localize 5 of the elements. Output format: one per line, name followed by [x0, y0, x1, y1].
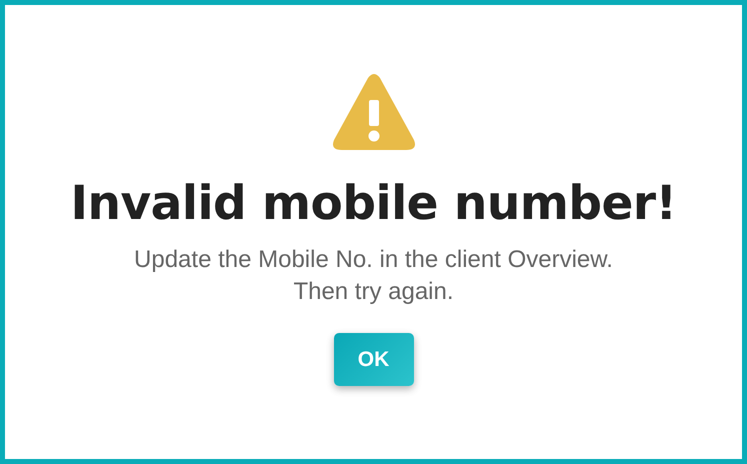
message-text: Then try again. [293, 277, 454, 307]
dialog-title: Invalid mobile number! [70, 175, 676, 233]
message-text: Update the Mobile No. in the client Overview. [134, 245, 613, 275]
warning-icon [332, 72, 416, 152]
ok-button[interactable]: OK [334, 333, 414, 386]
